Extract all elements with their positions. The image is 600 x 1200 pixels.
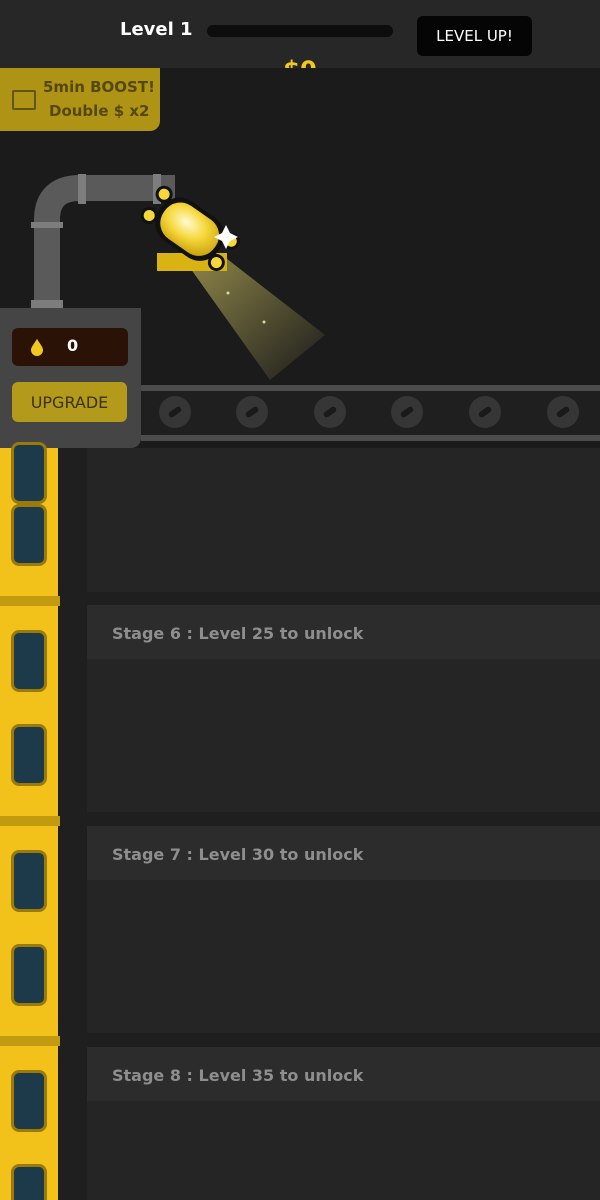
stage-row-5 xyxy=(87,448,600,592)
resource-counter: 0 xyxy=(12,328,128,366)
xp-progress-bar xyxy=(207,25,393,37)
level-up-button[interactable]: LEVEL UP! xyxy=(417,16,532,56)
film-icon xyxy=(12,90,36,110)
shaft-band xyxy=(0,816,60,826)
shaft-window xyxy=(11,630,47,692)
shaft-window xyxy=(11,442,47,504)
shaft-window xyxy=(11,1070,47,1132)
stage-lock-label: Stage 8 : Level 35 to unlock xyxy=(112,1066,364,1085)
shaft-window xyxy=(11,944,47,1006)
shaft-band xyxy=(0,596,60,606)
shaft-window xyxy=(11,850,47,912)
extractor-machine: 0 UPGRADE xyxy=(0,308,141,448)
stage-lock-label: Stage 7 : Level 30 to unlock xyxy=(112,845,364,864)
shaft-window xyxy=(11,1164,47,1200)
conveyor-roller xyxy=(547,396,579,428)
conveyor-belt-surface xyxy=(141,391,600,435)
elevator-shaft xyxy=(0,442,60,1200)
stage-header: Stage 6 : Level 25 to unlock xyxy=(87,605,600,659)
conveyor-belt xyxy=(141,385,600,443)
boost-button[interactable]: 5min BOOST! Double $ x2 xyxy=(0,68,160,131)
conveyor-roller xyxy=(469,396,501,428)
upgrade-button[interactable]: UPGRADE xyxy=(12,382,127,422)
shaft-band xyxy=(0,1036,60,1046)
conveyor-roller xyxy=(314,396,346,428)
shaft-window xyxy=(11,724,47,786)
conveyor-rail-bottom xyxy=(141,435,600,441)
conveyor-roller xyxy=(391,396,423,428)
stage-row-7[interactable]: Stage 7 : Level 30 to unlock xyxy=(87,826,600,1033)
conveyor-roller xyxy=(236,396,268,428)
stage-row-8[interactable]: Stage 8 : Level 35 to unlock xyxy=(87,1047,600,1200)
stage-lock-label: Stage 6 : Level 25 to unlock xyxy=(112,624,364,643)
conveyor-roller xyxy=(159,396,191,428)
oil-drop-icon xyxy=(31,339,43,356)
level-label: Level 1 xyxy=(120,19,193,40)
boost-subtitle: Double $ x2 xyxy=(49,102,150,120)
boost-title: 5min BOOST! xyxy=(43,78,155,96)
glowing-nozzle-icon[interactable] xyxy=(130,175,330,385)
resource-count: 0 xyxy=(67,336,79,355)
stage-row-6[interactable]: Stage 6 : Level 25 to unlock xyxy=(87,605,600,812)
stage-header: Stage 7 : Level 30 to unlock xyxy=(87,826,600,880)
stage-header: Stage 8 : Level 35 to unlock xyxy=(87,1047,600,1101)
shaft-window xyxy=(11,504,47,566)
